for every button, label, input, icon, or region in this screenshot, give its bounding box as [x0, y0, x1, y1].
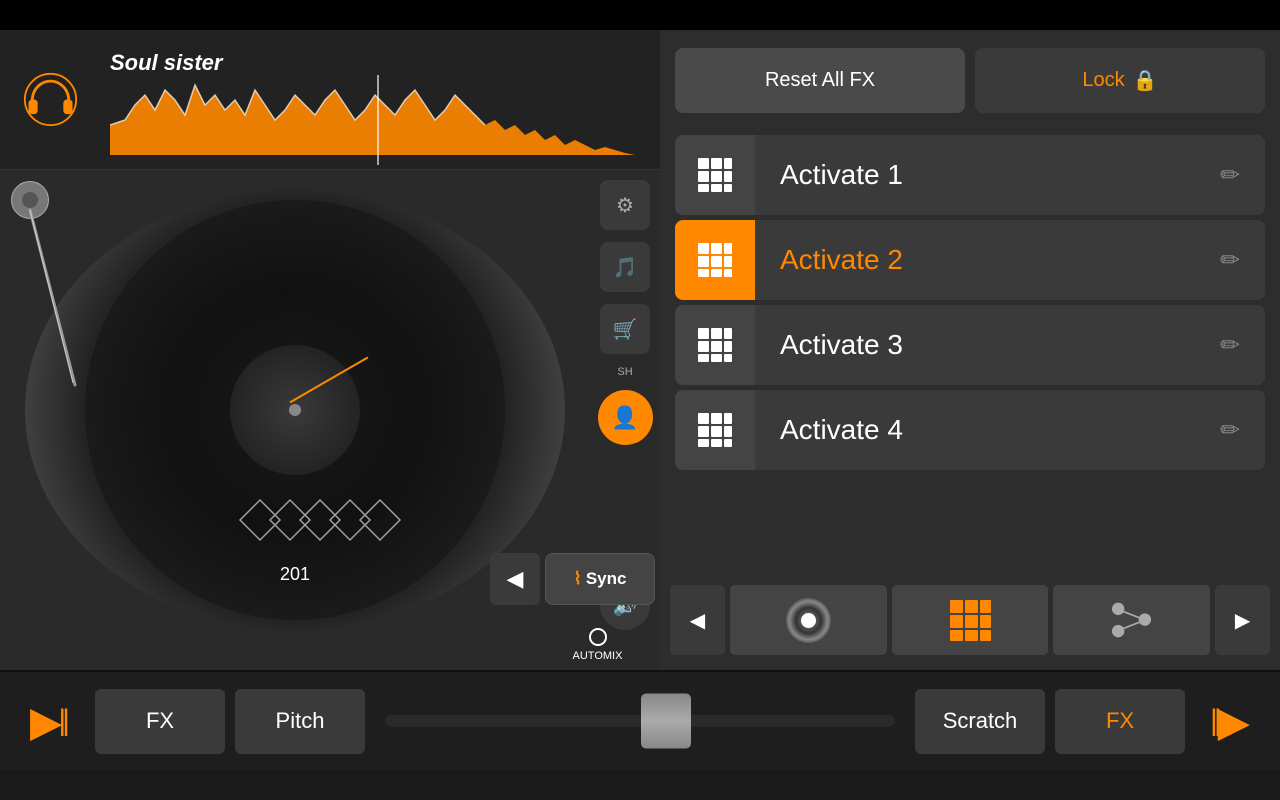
activate-row-3: Activate 3 ✏ — [675, 305, 1265, 385]
grid-icon-fx — [948, 598, 993, 643]
activate-list: Activate 1 ✏ — [660, 130, 1280, 570]
user-btn[interactable]: 👤 — [598, 390, 653, 445]
activate-label-3[interactable]: Activate 3 — [755, 329, 1195, 361]
sync-waveform-icon: ⌇ — [574, 569, 582, 589]
arrow-right-btn-fx[interactable]: ▶ — [1215, 585, 1270, 655]
activate-edit-4[interactable]: ✏ — [1195, 390, 1265, 470]
vinyl-icon — [786, 598, 831, 643]
arrow-left-btn-fx[interactable]: ◀ — [670, 585, 725, 655]
vinyl-btn[interactable] — [730, 585, 887, 655]
lock-icon: 🔒 — [1133, 68, 1158, 93]
activate-label-1[interactable]: Activate 1 — [755, 159, 1195, 191]
turntable-center — [230, 345, 360, 475]
automix-area: AUTOMIX — [560, 628, 635, 662]
activate-grid-icon-4[interactable] — [675, 390, 755, 470]
play-skip-left-btn[interactable]: ▶|| — [15, 686, 85, 756]
headphones-icon[interactable] — [15, 65, 85, 135]
activate-edit-1[interactable]: ✏ — [1195, 135, 1265, 215]
activate-grid-icon-3[interactable] — [675, 305, 755, 385]
crossfader-track[interactable] — [385, 715, 895, 727]
edit-icon-2: ✏ — [1220, 246, 1240, 275]
share-icon — [1109, 600, 1154, 640]
edit-icon-1: ✏ — [1220, 161, 1240, 190]
bottom-controls-row: ◀ — [660, 570, 1280, 670]
activate-row-1: Activate 1 ✏ — [675, 135, 1265, 215]
cart-btn[interactable]: 🛒 — [600, 304, 650, 354]
fx-top-row: Reset All FX Lock 🔒 — [660, 30, 1280, 130]
track-title: Soul sister — [110, 50, 222, 76]
scratch-btn[interactable]: Scratch — [915, 689, 1045, 754]
orange-needle — [290, 356, 369, 403]
automix-circle — [589, 628, 607, 646]
play-left-icon: ▶|| — [30, 697, 70, 746]
left-panel: Soul sister 001 D-J-P — [0, 30, 660, 670]
turntable-inner: 001 D-J-P — [85, 200, 505, 620]
sync-label: Sync — [586, 569, 627, 589]
arrow-left-btn[interactable]: ◀ — [490, 553, 540, 605]
main-area: Soul sister 001 D-J-P — [0, 30, 1280, 670]
settings-btn[interactable]: ⚙ — [600, 180, 650, 230]
activate-row-2: Activate 2 ✏ — [675, 220, 1265, 300]
activate-edit-2[interactable]: ✏ — [1195, 220, 1265, 300]
automix-label: AUTOMIX — [560, 650, 635, 662]
activate-edit-3[interactable]: ✏ — [1195, 305, 1265, 385]
activate-label-2[interactable]: Activate 2 — [755, 244, 1195, 276]
music-add-btn[interactable]: 🎵 — [600, 242, 650, 292]
top-bar — [0, 0, 1280, 30]
grid-btn-fx[interactable] — [892, 585, 1049, 655]
sh-label: SH — [617, 366, 632, 378]
diamond-pattern — [215, 480, 415, 560]
crossfader-container — [375, 696, 905, 746]
activate-label-4[interactable]: Activate 4 — [755, 414, 1195, 446]
edit-icon-4: ✏ — [1220, 416, 1240, 445]
activate-row-4: Activate 4 ✏ — [675, 390, 1265, 470]
play-skip-right-btn[interactable]: ||▶ — [1195, 686, 1265, 756]
lock-btn[interactable]: Lock 🔒 — [975, 48, 1265, 113]
play-right-icon: ||▶ — [1210, 697, 1250, 746]
lock-label: Lock — [1082, 69, 1124, 92]
turntable-center-dot — [289, 404, 301, 416]
vinyl-inner — [801, 613, 816, 628]
crossfader-handle[interactable] — [641, 694, 691, 749]
turntable-bottom-number: 201 — [280, 564, 310, 585]
sync-btn[interactable]: ⌇ Sync — [545, 553, 655, 605]
reset-fx-btn[interactable]: Reset All FX — [675, 48, 965, 113]
fx-left-btn[interactable]: FX — [95, 689, 225, 754]
waveform-visual — [110, 75, 645, 165]
activate-grid-icon-2[interactable] — [675, 220, 755, 300]
edit-icon-3: ✏ — [1220, 331, 1240, 360]
pitch-btn[interactable]: Pitch — [235, 689, 365, 754]
activate-grid-icon-1[interactable] — [675, 135, 755, 215]
bottom-bar: ▶|| FX Pitch Scratch FX ||▶ — [0, 670, 1280, 770]
right-panel: Reset All FX Lock 🔒 — [660, 30, 1280, 670]
waveform-area: Soul sister — [0, 30, 660, 170]
share-btn[interactable] — [1053, 585, 1210, 655]
fx-right-btn[interactable]: FX — [1055, 689, 1185, 754]
needle-arm — [5, 175, 125, 395]
